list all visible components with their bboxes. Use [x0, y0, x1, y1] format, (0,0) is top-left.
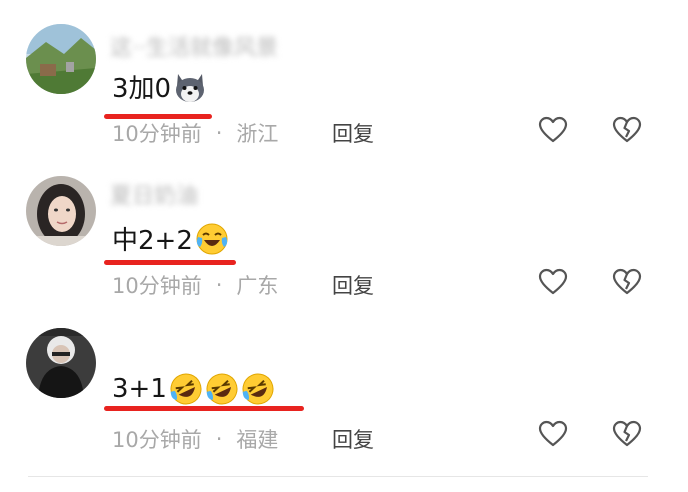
heart-icon[interactable] [538, 420, 568, 448]
heart-icon[interactable] [538, 116, 568, 144]
comment-text-content: 3加0 [112, 74, 172, 104]
laughing-crying-emoji-icon [195, 222, 229, 256]
comment-meta: 10分钟前 · 浙江 [112, 118, 278, 148]
username[interactable]: 这··生活就像风景 [110, 30, 278, 62]
husky-emoji-icon [173, 70, 207, 104]
comment-time: 10分钟前 [112, 274, 202, 298]
highlight-underline [104, 406, 304, 411]
rolling-laughing-emoji-icon [169, 372, 203, 406]
comment-meta: 10分钟前 · 福建 [112, 424, 278, 454]
rolling-laughing-emoji-icon [205, 372, 239, 406]
comment-location: 浙江 [236, 122, 279, 146]
comment-meta: 10分钟前 · 广东 [112, 270, 278, 300]
avatar[interactable] [26, 328, 96, 398]
comment-text: 3+1 [112, 372, 275, 406]
broken-heart-icon[interactable] [612, 268, 642, 296]
divider [28, 476, 648, 477]
reply-button[interactable]: 回复 [332, 270, 374, 300]
reply-button[interactable]: 回复 [332, 118, 374, 148]
meta-separator: · [215, 121, 223, 145]
comment-item: 夏日奶油 中2+2 10分钟前 · 广东 回复 [0, 154, 688, 304]
rolling-laughing-emoji-icon [241, 372, 275, 406]
avatar[interactable] [26, 176, 96, 246]
comment-location: 福建 [236, 428, 279, 452]
username[interactable]: 夏日奶油 [110, 178, 198, 210]
comment-item: 这··生活就像风景 3加0 10分钟前 · 浙江 回复 [0, 0, 688, 150]
comment-text-content: 3+1 [112, 374, 167, 404]
comment-time: 10分钟前 [112, 122, 202, 146]
broken-heart-icon[interactable] [612, 116, 642, 144]
comment-location: 广东 [236, 274, 279, 298]
meta-separator: · [215, 427, 223, 451]
avatar[interactable] [26, 24, 96, 94]
heart-icon[interactable] [538, 268, 568, 296]
meta-separator: · [215, 273, 223, 297]
highlight-underline [104, 260, 236, 265]
comment-text: 中2+2 [112, 220, 229, 257]
broken-heart-icon[interactable] [612, 420, 642, 448]
comment-text-content: 中2+2 [112, 226, 193, 256]
reply-button[interactable]: 回复 [332, 424, 374, 454]
comment-item: 3+1 10分钟前 · 福建 回复 [0, 308, 688, 458]
comment-text: 3加0 [112, 68, 207, 105]
comment-time: 10分钟前 [112, 428, 202, 452]
